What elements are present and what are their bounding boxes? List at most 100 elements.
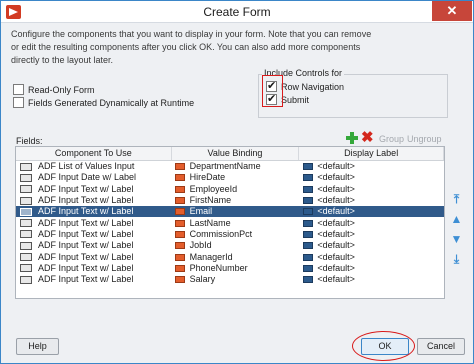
display-label-text: <default> [317, 161, 355, 172]
group-button[interactable]: Group [379, 134, 404, 144]
ungroup-button[interactable]: Ungroup [407, 134, 442, 144]
table-row[interactable]: ADF Input Text w/ Label Email <default> [16, 206, 444, 218]
attribute-icon [174, 185, 185, 193]
table-row[interactable]: ADF Input Text w/ Label PhoneNumber <defau… [16, 263, 444, 274]
component-cell[interactable]: ADF Input Date w/ Label [16, 172, 172, 183]
component-cell[interactable]: ADF Input Text w/ Label [16, 274, 172, 285]
binding-cell[interactable]: DepartmentName [172, 161, 300, 172]
component-icon [20, 253, 32, 262]
binding-cell[interactable]: HireDate [172, 172, 300, 183]
column-header-component[interactable]: Component To Use [16, 147, 172, 160]
binding-text: EmployeeId [189, 183, 238, 194]
component-text: ADF Input Text w/ Label [38, 274, 134, 285]
component-text: ADF Input Date w/ Label [38, 172, 137, 183]
table-row[interactable]: ADF Input Text w/ Label JobId <default> [16, 240, 444, 251]
attribute-icon [174, 242, 185, 250]
component-icon [20, 207, 32, 216]
read-only-form-checkbox[interactable]: Read-Only Form [13, 84, 95, 95]
binding-cell[interactable]: ManagerId [172, 251, 300, 262]
display-label-text: <default> [317, 206, 355, 217]
binding-text: FirstName [189, 195, 232, 206]
table-row[interactable]: ADF List of Values Input DepartmentName <d… [16, 161, 444, 172]
label-icon [303, 264, 314, 272]
table-row[interactable]: ADF Input Date w/ Label HireDate <default> [16, 172, 444, 183]
display-label-cell[interactable]: <default> [299, 206, 444, 217]
dynamic-checkbox-box[interactable] [13, 97, 24, 108]
binding-text: CommissionPct [189, 228, 253, 239]
submit-label: Submit [281, 94, 310, 105]
table-row[interactable]: ADF Input Text w/ Label ManagerId <default… [16, 251, 444, 262]
help-button[interactable]: Help [16, 338, 59, 355]
component-cell[interactable]: ADF Input Text w/ Label [16, 206, 172, 217]
delete-icon[interactable]: ✖ [361, 130, 374, 145]
label-icon [303, 219, 314, 227]
component-icon [20, 230, 32, 239]
move-top-icon[interactable]: ⤒ [450, 193, 463, 206]
component-cell[interactable]: ADF Input Text w/ Label [16, 240, 172, 251]
table-row[interactable]: ADF Input Text w/ Label EmployeeId <defaul… [16, 184, 444, 195]
binding-cell[interactable]: Email [172, 206, 300, 217]
table-row[interactable]: ADF Input Text w/ Label FirstName <default… [16, 195, 444, 206]
binding-cell[interactable]: EmployeeId [172, 184, 300, 195]
display-label-text: <default> [317, 274, 355, 285]
component-icon [20, 173, 32, 182]
display-label-cell[interactable]: <default> [299, 195, 444, 206]
move-bottom-icon[interactable]: ⤓ [450, 253, 463, 266]
component-icon [20, 241, 32, 250]
column-header-display-label[interactable]: Display Label [299, 147, 444, 160]
component-text: ADF Input Text w/ Label [38, 240, 134, 251]
display-label-cell[interactable]: <default> [299, 240, 444, 251]
attribute-icon [174, 174, 185, 182]
dynamic-fields-checkbox[interactable]: Fields Generated Dynamically at Runtime [13, 97, 194, 108]
label-icon [303, 163, 314, 171]
component-cell[interactable]: ADF Input Text w/ Label [16, 184, 172, 195]
component-cell[interactable]: ADF Input Text w/ Label [16, 251, 172, 262]
display-label-cell[interactable]: <default> [299, 251, 444, 262]
label-icon [303, 242, 314, 250]
display-label-cell[interactable]: <default> [299, 161, 444, 172]
binding-cell[interactable]: LastName [172, 217, 300, 228]
binding-text: DepartmentName [189, 161, 261, 172]
binding-cell[interactable]: JobId [172, 240, 300, 251]
display-label-cell[interactable]: <default> [299, 263, 444, 274]
display-label-cell[interactable]: <default> [299, 184, 444, 195]
attribute-icon [174, 276, 185, 284]
component-text: ADF Input Text w/ Label [38, 195, 134, 206]
display-label-text: <default> [317, 195, 355, 206]
component-cell[interactable]: ADF Input Text w/ Label [16, 195, 172, 206]
table-row[interactable]: ADF Input Text w/ Label Salary <default> [16, 274, 444, 285]
add-icon[interactable] [346, 132, 358, 144]
component-text: ADF Input Text w/ Label [38, 228, 134, 239]
binding-cell[interactable]: FirstName [172, 195, 300, 206]
fields-table[interactable]: Component To Use Value Binding Display L… [15, 146, 445, 299]
display-label-text: <default> [317, 172, 355, 183]
move-down-icon[interactable]: ▼ [450, 233, 463, 246]
component-cell[interactable]: ADF Input Text w/ Label [16, 263, 172, 274]
table-row[interactable]: ADF Input Text w/ Label CommissionPct <def… [16, 229, 444, 240]
binding-cell[interactable]: CommissionPct [172, 229, 300, 240]
close-button[interactable]: ✕ [432, 1, 472, 21]
component-cell[interactable]: ADF Input Text w/ Label [16, 217, 172, 228]
column-header-binding[interactable]: Value Binding [172, 147, 300, 160]
cancel-button[interactable]: Cancel [417, 338, 465, 355]
component-icon [20, 275, 32, 284]
binding-cell[interactable]: Salary [172, 274, 300, 285]
display-label-text: <default> [317, 240, 355, 251]
display-label-cell[interactable]: <default> [299, 172, 444, 183]
display-label-cell[interactable]: <default> [299, 274, 444, 285]
annotation-highlight-ellipse [352, 331, 415, 361]
move-up-icon[interactable]: ▲ [450, 213, 463, 226]
binding-cell[interactable]: PhoneNumber [172, 263, 300, 274]
component-cell[interactable]: ADF Input Text w/ Label [16, 229, 172, 240]
display-label-cell[interactable]: <default> [299, 217, 444, 228]
display-label-text: <default> [317, 228, 355, 239]
component-icon [20, 185, 32, 194]
read-only-checkbox-box[interactable] [13, 84, 24, 95]
attribute-icon [174, 253, 185, 261]
annotation-highlight-box [262, 75, 283, 107]
attribute-icon [174, 163, 185, 171]
display-label-cell[interactable]: <default> [299, 229, 444, 240]
binding-text: PhoneNumber [189, 262, 248, 273]
component-cell[interactable]: ADF List of Values Input [16, 161, 172, 172]
table-row[interactable]: ADF Input Text w/ Label LastName <default> [16, 217, 444, 228]
